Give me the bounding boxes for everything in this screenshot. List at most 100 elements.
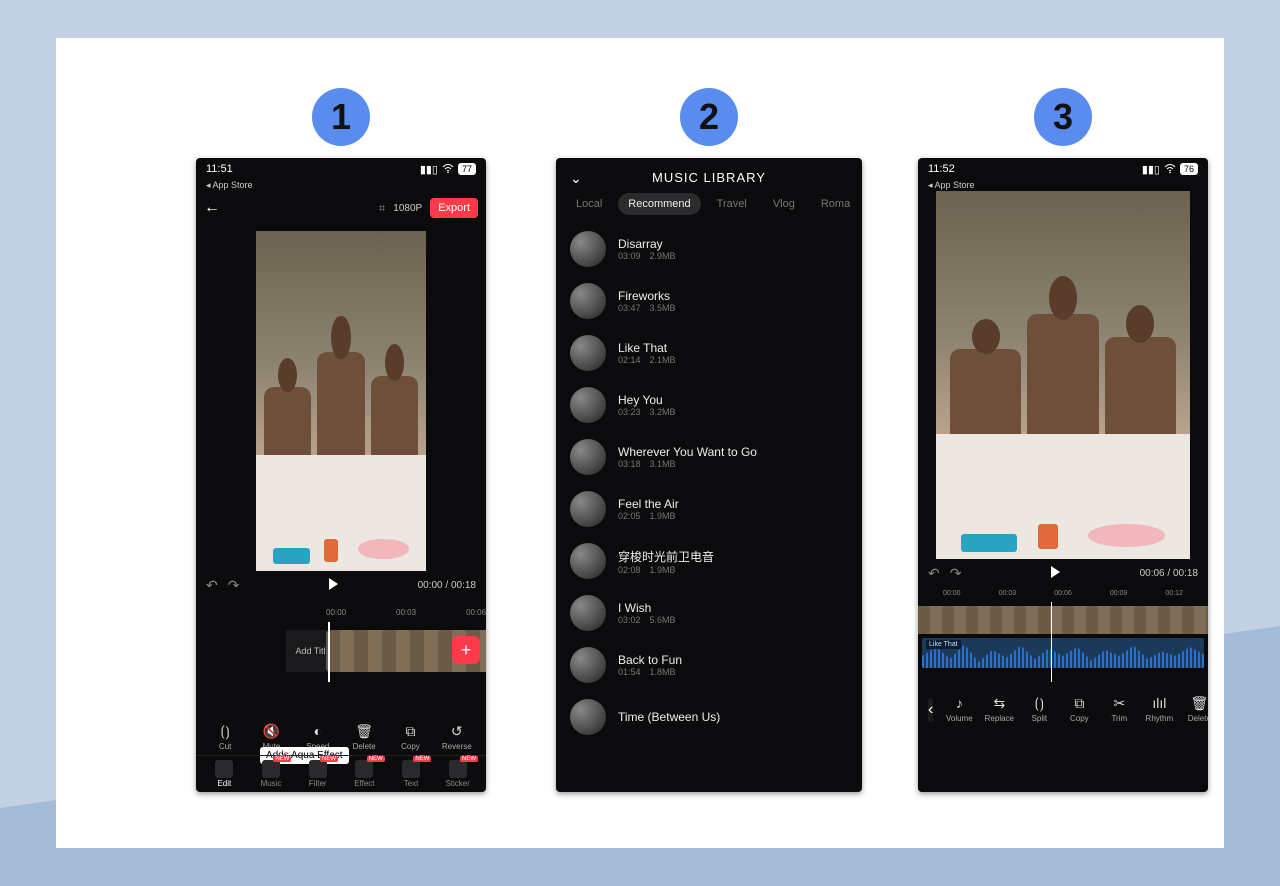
instruction-card: 1 2 3 11:51 ▮▮▯ 77 ◂ App Store ← ⌗ 1 — [56, 38, 1224, 848]
cut-tool[interactable]: ⟮⟯Cut — [205, 722, 245, 751]
camera-icon[interactable]: ⌗ — [379, 201, 386, 216]
battery-icon: 76 — [1180, 163, 1198, 175]
undo-icon[interactable]: ↶ — [206, 577, 218, 594]
track-info: 03:47 3.5MB — [618, 303, 676, 313]
track-artwork — [570, 335, 606, 371]
timeline[interactable]: 00:00 00:03 00:06 Add Title + — [196, 608, 486, 718]
track-info: 01:54 1.8MB — [618, 667, 682, 677]
track-item[interactable]: Back to Fun01:54 1.8MB — [556, 639, 862, 691]
bottom-tab-row: EditNEWMusicNEWFilterNEWEffectNEWTextNEW… — [196, 755, 486, 790]
play-button[interactable] — [329, 578, 338, 593]
new-badge: NEW — [320, 756, 338, 762]
status-bar: 11:52 ▮▮▯ 76 — [918, 158, 1208, 180]
back-arrow-icon[interactable]: ← — [204, 199, 220, 217]
add-clip-button[interactable]: + — [452, 636, 480, 664]
track-name: Like That — [618, 341, 676, 355]
collapse-chevron-icon[interactable]: ⌄ — [570, 170, 583, 187]
edit-icon — [215, 760, 233, 778]
delete-tool[interactable]: 🗑Delete — [344, 722, 384, 751]
mute-icon: 🔇 — [262, 722, 280, 740]
track-artwork — [570, 595, 606, 631]
redo-icon[interactable]: ↷ — [228, 577, 240, 594]
track-item[interactable]: I Wish03:02 5.6MB — [556, 587, 862, 639]
play-button[interactable] — [1051, 566, 1060, 581]
track-item[interactable]: Fireworks03:47 3.5MB — [556, 275, 862, 327]
track-item[interactable]: Hey You03:23 3.2MB — [556, 379, 862, 431]
track-info: 02:05 1.9MB — [618, 511, 679, 521]
tab-edit[interactable]: Edit — [206, 760, 243, 788]
playhead[interactable] — [328, 622, 330, 682]
music-tab-vlog[interactable]: Vlog — [763, 193, 805, 215]
rhythm-icon: ılıl — [1150, 694, 1168, 712]
video-preview[interactable] — [936, 191, 1190, 559]
back-to-store[interactable]: ◂ App Store — [196, 180, 486, 191]
music-icon — [262, 760, 280, 778]
step-badge-3: 3 — [1034, 88, 1092, 146]
volume-icon: ♪ — [950, 694, 968, 712]
tab-sticker[interactable]: NEWSticker — [439, 760, 476, 788]
resolution-label[interactable]: 1080P — [393, 203, 422, 214]
tab-music[interactable]: NEWMusic — [253, 760, 290, 788]
track-list[interactable]: Disarray03:09 2.9MBFireworks03:47 3.5MBL… — [556, 223, 862, 743]
track-artwork — [570, 647, 606, 683]
phone-audio-editor: 11:52 ▮▮▯ 76 ◂ App Store ↶ ↷ 00:06 / 00:… — [918, 158, 1208, 792]
track-info: 03:18 3.1MB — [618, 459, 757, 469]
redo-icon[interactable]: ↷ — [950, 565, 962, 582]
timeline[interactable]: 00:0000:0300:0600:0900:12 Like That — [918, 590, 1208, 690]
status-bar: 11:51 ▮▮▯ 77 — [196, 158, 486, 180]
track-artwork — [570, 283, 606, 319]
replace-icon: ⇆ — [990, 694, 1008, 712]
volume-tool[interactable]: ♪Volume — [939, 694, 979, 723]
back-to-store[interactable]: ◂ App Store — [918, 180, 1208, 191]
signal-icon: ▮▮▯ — [1142, 163, 1160, 176]
music-tab-travel[interactable]: Travel — [707, 193, 757, 215]
new-badge: NEW — [413, 756, 431, 762]
track-artwork — [570, 699, 606, 735]
delete-tool[interactable]: 🗑Delete — [1179, 694, 1208, 723]
track-artwork — [570, 231, 606, 267]
audio-clip[interactable]: Like That — [922, 638, 1204, 668]
track-name: Time (Between Us) — [618, 710, 720, 724]
playhead[interactable] — [1051, 602, 1052, 682]
music-library-title: MUSIC LIBRARY — [652, 170, 766, 185]
delete-icon: 🗑 — [355, 722, 373, 740]
tab-effect[interactable]: NEWEffect — [346, 760, 383, 788]
undo-icon[interactable]: ↶ — [928, 565, 940, 582]
reverse-tool[interactable]: ↺Reverse — [437, 722, 477, 751]
speed-icon: ◐ — [309, 722, 327, 740]
cut-icon: ⟮⟯ — [216, 722, 234, 740]
track-item[interactable]: Wherever You Want to Go03:18 3.1MB — [556, 431, 862, 483]
video-clip[interactable] — [918, 606, 1208, 634]
track-info: 02:14 2.1MB — [618, 355, 676, 365]
delete-icon: 🗑 — [1190, 694, 1208, 712]
video-preview[interactable] — [256, 231, 426, 571]
track-item[interactable]: 穿梭时光前卫电音02:08 1.9MB — [556, 535, 862, 587]
step-badge-2: 2 — [680, 88, 738, 146]
split-tool[interactable]: ⟮⟯Split — [1019, 694, 1059, 723]
time-display: 00:00 / 00:18 — [418, 580, 476, 591]
new-badge: NEW — [460, 756, 478, 762]
copy-icon: ⧉ — [1070, 694, 1088, 712]
track-artwork — [570, 543, 606, 579]
copy-tool[interactable]: ⧉Copy — [1059, 694, 1099, 723]
track-item[interactable]: Disarray03:09 2.9MB — [556, 223, 862, 275]
tool-back-button[interactable]: ‹ — [928, 698, 933, 722]
tab-text[interactable]: NEWText — [393, 760, 430, 788]
trim-tool[interactable]: ✂Trim — [1099, 694, 1139, 723]
music-tab-roma[interactable]: Roma — [811, 193, 860, 215]
track-item[interactable]: Time (Between Us) — [556, 691, 862, 743]
tab-filter[interactable]: NEWFilter — [299, 760, 336, 788]
music-tab-recommend[interactable]: Recommend — [618, 193, 700, 215]
track-item[interactable]: Feel the Air02:05 1.9MB — [556, 483, 862, 535]
copy-tool[interactable]: ⧉Copy — [390, 722, 430, 751]
split-icon: ⟮⟯ — [1030, 694, 1048, 712]
trim-icon: ✂ — [1110, 694, 1128, 712]
track-name: 穿梭时光前卫电音 — [618, 548, 714, 565]
music-tab-local[interactable]: Local — [566, 193, 612, 215]
export-button[interactable]: Export — [430, 198, 478, 218]
rhythm-tool[interactable]: ılılRhythm — [1139, 694, 1179, 723]
track-name: Back to Fun — [618, 653, 682, 667]
new-badge: NEW — [273, 756, 291, 762]
track-item[interactable]: Like That02:14 2.1MB — [556, 327, 862, 379]
replace-tool[interactable]: ⇆Replace — [979, 694, 1019, 723]
